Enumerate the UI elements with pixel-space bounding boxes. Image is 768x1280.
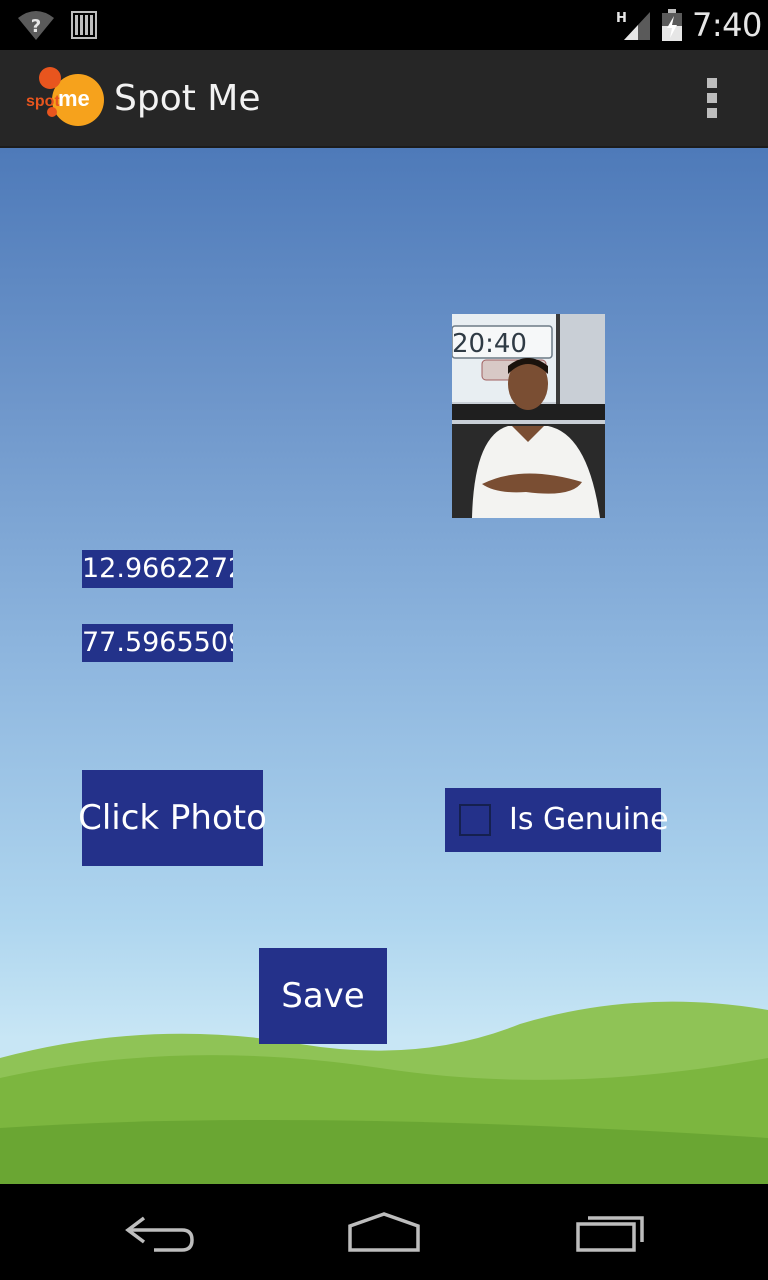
click-photo-button[interactable]: Click Photo [78,770,267,866]
overflow-menu-icon[interactable] [696,74,728,122]
signal-icon: H [616,11,650,40]
save-button[interactable]: Save [259,948,387,1044]
photo-timer-text: 20:40 [452,329,527,359]
main-content: 20:40 12.9662272 77.5965509 Click Photo … [0,148,768,1184]
app-title: Spot Me [114,78,261,119]
app-logo[interactable]: spot me [22,66,106,130]
svg-text:spot: spot [26,93,60,110]
action-bar: spot me Spot Me [0,50,768,148]
checkbox-box[interactable] [459,804,491,836]
svg-text:me: me [58,86,90,111]
longitude-value: 77.5965509 [82,624,233,662]
back-icon[interactable] [120,1208,200,1256]
wifi-unknown-icon: ? [18,11,54,40]
captured-photo: 20:40 [452,314,605,518]
is-genuine-label: Is Genuine [509,802,669,837]
is-genuine-checkbox[interactable]: Is Genuine [445,788,669,852]
status-bar: ? H 7:40 [0,0,768,50]
svg-text:?: ? [31,16,41,37]
bars-icon [71,11,97,39]
latitude-value: 12.9662272 [82,550,233,588]
home-icon[interactable] [344,1208,424,1256]
navigation-bar [0,1184,768,1280]
battery-icon [662,9,682,41]
recents-icon[interactable] [572,1208,652,1256]
status-time: 7:40 [692,6,762,44]
network-type-label: H [616,11,627,26]
